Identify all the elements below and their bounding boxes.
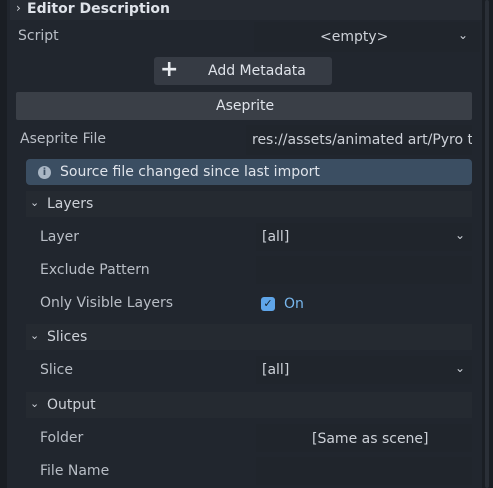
chevron-down-icon[interactable]: ⌄ xyxy=(458,29,468,41)
only-visible-layers-value: On xyxy=(284,296,304,312)
plus-icon: + xyxy=(160,57,179,82)
add-metadata-label: Add Metadata xyxy=(208,63,306,79)
output-group-header[interactable]: ⌄ Output xyxy=(26,392,472,418)
file-name-label: File Name xyxy=(40,463,110,479)
folder-label: Folder xyxy=(40,430,84,446)
slice-label: Slice xyxy=(40,362,73,378)
chevron-down-icon: ⌄ xyxy=(455,361,466,375)
layers-group-title: Layers xyxy=(47,196,94,212)
aseprite-file-label: Aseprite File xyxy=(20,131,106,147)
script-value: <empty> xyxy=(320,29,389,45)
chevron-down-icon: ⌄ xyxy=(30,196,40,209)
scrollbar-track[interactable] xyxy=(485,0,489,488)
aseprite-file-value: res://assets/animated art/Pyro t xyxy=(252,132,472,148)
aseprite-header-label: Aseprite xyxy=(216,98,275,114)
script-label: Script xyxy=(18,28,59,44)
slice-value: [all] xyxy=(262,362,290,378)
chevron-down-icon: ⌄ xyxy=(30,397,40,410)
only-visible-layers-checkbox[interactable]: ✓ xyxy=(261,297,275,311)
chevron-right-icon: › xyxy=(16,1,21,15)
editor-description-section[interactable]: › Editor Description xyxy=(10,0,482,20)
folder-value: [Same as scene] xyxy=(312,431,429,447)
chevron-down-icon: ⌄ xyxy=(455,228,466,242)
info-icon: i xyxy=(38,166,51,179)
file-name-input[interactable] xyxy=(256,457,472,485)
layer-label: Layer xyxy=(40,229,80,245)
info-message: Source file changed since last import xyxy=(60,164,320,180)
layers-group-header[interactable]: ⌄ Layers xyxy=(26,191,472,217)
aseprite-file-field[interactable]: res://assets/animated art/Pyro t xyxy=(246,125,472,155)
slice-dropdown[interactable]: [all] ⌄ xyxy=(256,356,472,384)
slices-group-title: Slices xyxy=(47,329,88,345)
left-gutter xyxy=(0,0,7,488)
output-group-title: Output xyxy=(47,397,96,413)
info-banner: i Source file changed since last import xyxy=(26,159,472,185)
section-title: Editor Description xyxy=(27,1,171,17)
exclude-pattern-input[interactable] xyxy=(256,256,472,284)
layer-dropdown[interactable]: [all] ⌄ xyxy=(256,223,472,251)
exclude-pattern-label: Exclude Pattern xyxy=(40,262,150,278)
slices-group-header[interactable]: ⌄ Slices xyxy=(26,324,472,350)
chevron-down-icon: ⌄ xyxy=(30,329,40,342)
layer-value: [all] xyxy=(262,229,290,245)
only-visible-layers-label: Only Visible Layers xyxy=(40,295,174,311)
